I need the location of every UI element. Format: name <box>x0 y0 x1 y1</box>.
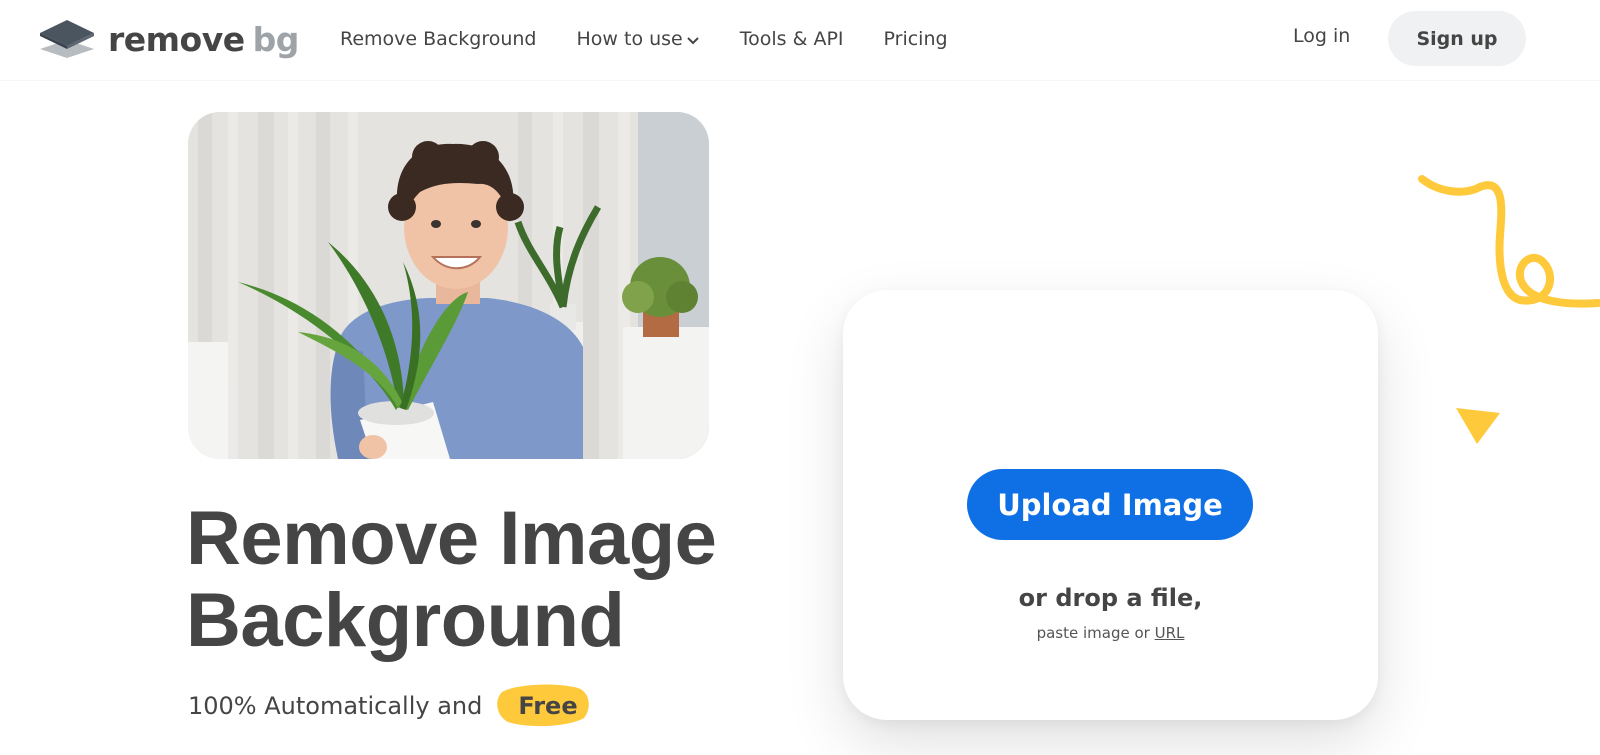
paste-text: paste image or <box>1036 624 1150 642</box>
free-label: Free <box>518 692 578 720</box>
login-link[interactable]: Log in <box>1293 25 1350 47</box>
logo-layers-icon <box>40 20 94 58</box>
logo-text: remove bg <box>108 23 299 56</box>
logo-word-bg: bg <box>252 19 300 59</box>
logo[interactable]: remove bg <box>38 18 299 60</box>
title-line-2: Background <box>186 578 625 663</box>
signup-button[interactable]: Sign up <box>1388 11 1526 66</box>
nav-label: How to use <box>576 28 683 50</box>
nav-label: Pricing <box>883 28 948 50</box>
nav-label: Remove Background <box>340 28 537 50</box>
title-line-1: Remove Image <box>186 496 717 581</box>
nav-tools-api[interactable]: Tools & API <box>740 28 844 50</box>
free-badge: Free <box>497 684 595 727</box>
upload-card[interactable]: Upload Image or drop a file, paste image… <box>843 290 1378 720</box>
hero-subtitle: 100% Automatically and Free <box>188 684 596 727</box>
chevron-down-icon <box>687 37 699 45</box>
squiggle-decoration <box>1418 175 1600 308</box>
logo-word-remove: remove <box>108 19 245 59</box>
page-title: Remove Image Background <box>186 496 717 663</box>
nav-remove-background[interactable]: Remove Background <box>340 28 537 50</box>
nav-pricing[interactable]: Pricing <box>884 28 948 50</box>
nav-label: Tools & API <box>739 28 844 50</box>
drop-file-text: or drop a file, <box>1018 584 1203 612</box>
subtitle-text: 100% Automatically and <box>188 692 483 720</box>
hero-photo <box>188 112 709 459</box>
paste-line: paste image or URL <box>843 624 1378 642</box>
main-nav: Remove Background How to use Tools & API… <box>340 0 988 78</box>
upload-image-button[interactable]: Upload Image <box>967 469 1253 540</box>
url-link[interactable]: URL <box>1155 624 1185 642</box>
nav-how-to-use[interactable]: How to use <box>577 28 700 50</box>
site-header: remove bg Remove Background How to use To… <box>0 0 1600 80</box>
triangle-decoration <box>1456 408 1500 444</box>
